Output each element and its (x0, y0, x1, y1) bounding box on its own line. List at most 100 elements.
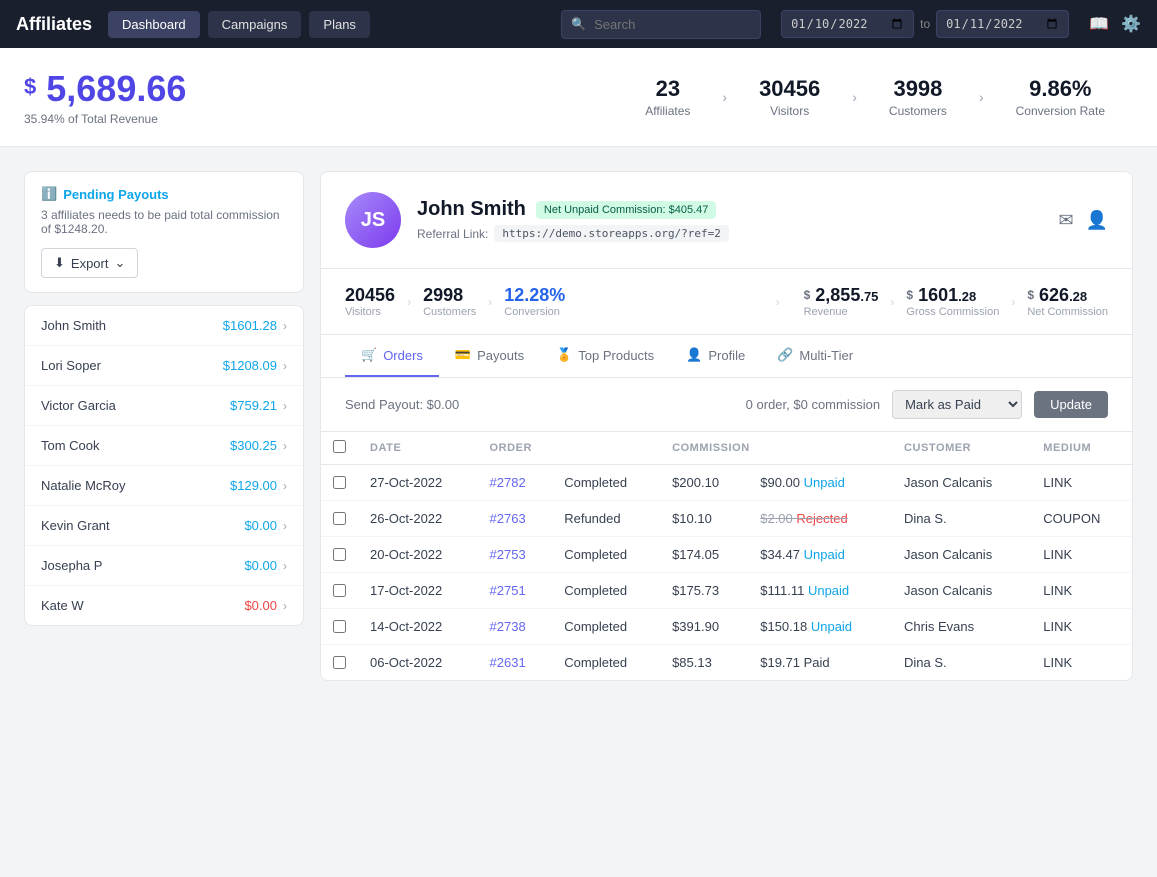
referral-url: https://demo.storeapps.org/?ref=2 (494, 225, 729, 242)
chevron-right-icon: › (283, 399, 287, 413)
date-to-input[interactable] (936, 10, 1069, 38)
affiliate-amount: $300.25 (230, 438, 277, 453)
select-all-checkbox[interactable] (333, 440, 346, 453)
order-number[interactable]: #2738 (478, 609, 553, 645)
affiliate-row[interactable]: Kate W $0.00 › (25, 586, 303, 625)
metric-net-num: $ 626.28 (1027, 285, 1108, 306)
medium: LINK (1031, 537, 1132, 573)
update-button[interactable]: Update (1034, 391, 1108, 418)
export-button[interactable]: ⬇ Export ⌄ (41, 248, 138, 278)
customer-name[interactable]: Chris Evans (892, 609, 1031, 645)
tab-label: Payouts (477, 348, 524, 363)
commission-status-badge: Unpaid (804, 547, 845, 562)
medium: LINK (1031, 573, 1132, 609)
row-checkbox[interactable] (333, 476, 346, 489)
order-amount: $174.05 (660, 537, 748, 573)
row-checkbox-cell (321, 465, 358, 501)
metric-arrow-3: › (776, 295, 780, 309)
customer-name[interactable]: Dina S. (892, 645, 1031, 681)
commission-status-badge: Unpaid (808, 583, 849, 598)
user-icon[interactable]: 👤 (1086, 210, 1108, 231)
metric-arrow-4: › (890, 295, 894, 309)
gross-value: 1601 (918, 285, 958, 305)
medium: LINK (1031, 465, 1132, 501)
tab-top-products[interactable]: 🏅 Top Products (540, 335, 670, 377)
search-icon: 🔍 (571, 17, 586, 31)
table-head: DATE ORDER COMMISSION CUSTOMER MEDIUM (321, 432, 1132, 465)
metric-conversion-label: Conversion (504, 306, 565, 318)
mark-paid-select[interactable]: Mark as Paid Mark as Unpaid (892, 390, 1022, 419)
orders-table: DATE ORDER COMMISSION CUSTOMER MEDIUM 27… (321, 432, 1132, 680)
row-checkbox[interactable] (333, 548, 346, 561)
revenue-prefix: $ (804, 288, 811, 302)
affiliate-stats-row: 20456 Visitors › 2998 Customers › 12.28%… (321, 269, 1132, 335)
affiliate-row[interactable]: Lori Soper $1208.09 › (25, 346, 303, 386)
chevron-right-icon: › (283, 519, 287, 533)
tab-orders[interactable]: 🛒 Orders (345, 335, 439, 377)
export-label: Export (71, 256, 109, 271)
total-value: 5,689.66 (46, 68, 186, 109)
customer-name[interactable]: Jason Calcanis (892, 465, 1031, 501)
referral-link-row: Referral Link: https://demo.storeapps.or… (417, 225, 1058, 242)
total-amount: $ 5,689.66 (24, 68, 617, 110)
stat-affiliates: 23 Affiliates (617, 76, 718, 118)
table-body: 27-Oct-2022 #2782 Completed $200.10 $90.… (321, 465, 1132, 681)
medium: LINK (1031, 609, 1132, 645)
book-icon[interactable]: 📖 (1089, 14, 1109, 34)
nav-campaigns[interactable]: Campaigns (208, 11, 302, 38)
main-content: ℹ️ Pending Payouts 3 affiliates needs to… (0, 147, 1157, 705)
order-status: Completed (552, 537, 660, 573)
row-checkbox[interactable] (333, 512, 346, 525)
order-status: Completed (552, 609, 660, 645)
affiliate-row[interactable]: Kevin Grant $0.00 › (25, 506, 303, 546)
arrow-3: › (979, 89, 984, 105)
left-panel: ℹ️ Pending Payouts 3 affiliates needs to… (24, 171, 304, 626)
commission-status-badge: Paid (804, 655, 830, 670)
affiliate-row[interactable]: Josepha P $0.00 › (25, 546, 303, 586)
tab-profile[interactable]: 👤 Profile (670, 335, 761, 377)
metric-arrow-2: › (488, 295, 492, 309)
row-checkbox[interactable] (333, 620, 346, 633)
affiliate-row[interactable]: John Smith $1601.28 › (25, 306, 303, 346)
nav-plans[interactable]: Plans (309, 11, 370, 38)
metric-arrow-1: › (407, 295, 411, 309)
commission-amount: $90.00 Unpaid (748, 465, 892, 501)
mail-icon[interactable]: ✉ (1058, 210, 1073, 231)
customer-name[interactable]: Jason Calcanis (892, 573, 1031, 609)
date-from-input[interactable] (781, 10, 914, 38)
row-checkbox[interactable] (333, 656, 346, 669)
affiliate-amount: $0.00 (244, 558, 277, 573)
tab-payouts[interactable]: 💳 Payouts (439, 335, 540, 377)
nav-dashboard[interactable]: Dashboard (108, 11, 200, 38)
customers-count: 3998 (893, 76, 942, 102)
order-number[interactable]: #2631 (478, 645, 553, 681)
customer-name[interactable]: Jason Calcanis (892, 537, 1031, 573)
metric-revenue-label: Revenue (804, 306, 879, 318)
search-input[interactable] (561, 10, 761, 39)
date-range: to (781, 10, 1069, 38)
metric-revenue: $ 2,855.75 Revenue (804, 285, 879, 318)
metric-gross: $ 1601.28 Gross Commission (906, 285, 999, 318)
affiliate-row[interactable]: Victor Garcia $759.21 › (25, 386, 303, 426)
revenue-value: 2,855 (815, 285, 860, 305)
arrow-1: › (722, 89, 727, 105)
table-row: 27-Oct-2022 #2782 Completed $200.10 $90.… (321, 465, 1132, 501)
metric-customers: 2998 Customers (423, 285, 476, 318)
customer-name[interactable]: Dina S. (892, 501, 1031, 537)
settings-icon[interactable]: ⚙️ (1121, 14, 1141, 34)
order-number[interactable]: #2763 (478, 501, 553, 537)
affiliate-row[interactable]: Natalie McRoy $129.00 › (25, 466, 303, 506)
commission-amount: $111.11 Unpaid (748, 573, 892, 609)
commission-amount: $150.18 Unpaid (748, 609, 892, 645)
tabs: 🛒 Orders 💳 Payouts 🏅 Top Products 👤 Prof… (321, 335, 1132, 378)
order-number[interactable]: #2782 (478, 465, 553, 501)
order-number[interactable]: #2751 (478, 573, 553, 609)
arrow-2: › (852, 89, 857, 105)
order-number[interactable]: #2753 (478, 537, 553, 573)
affiliate-row[interactable]: Tom Cook $300.25 › (25, 426, 303, 466)
stat-customers: 3998 Customers (861, 76, 975, 118)
row-checkbox[interactable] (333, 584, 346, 597)
affiliate-amount: $0.00 (244, 518, 277, 533)
affiliate-name: Victor Garcia (41, 398, 116, 413)
tab-multi-tier[interactable]: 🔗 Multi-Tier (761, 335, 869, 377)
